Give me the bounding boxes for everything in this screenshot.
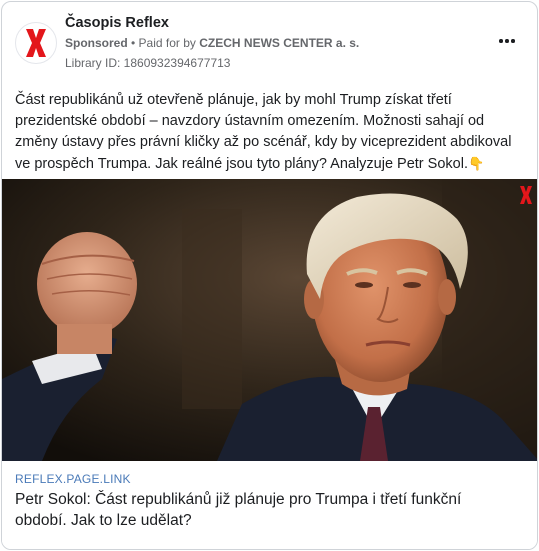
page-name-link[interactable]: Časopis Reflex — [65, 15, 169, 31]
link-domain: REFLEX.PAGE.LINK — [15, 472, 131, 486]
link-preview[interactable]: REFLEX.PAGE.LINK Petr Sokol: Část republ… — [2, 461, 537, 549]
paid-for-text: Paid for by — [138, 36, 200, 50]
reflex-x-logo — [26, 29, 46, 57]
more-dot — [511, 39, 515, 43]
more-dot — [505, 39, 509, 43]
advertiser-name[interactable]: CZECH NEWS CENTER a. s. — [199, 36, 359, 50]
separator-dot: • — [127, 36, 139, 50]
portrait-illustration — [2, 179, 537, 461]
link-title[interactable]: Petr Sokol: Část republikánů již plánuje… — [15, 489, 515, 531]
post-text: Část republikánů už otevřeně plánuje, ja… — [15, 90, 527, 175]
sponsored-post-card: Časopis Reflex Sponsored • Paid for by C… — [1, 1, 538, 550]
sponsored-label: Sponsored — [65, 36, 128, 50]
reflex-watermark-icon — [520, 186, 532, 204]
ad-image[interactable] — [2, 179, 537, 461]
more-dot — [499, 39, 503, 43]
post-body: Část republikánů už otevřeně plánuje, ja… — [15, 92, 512, 172]
page-avatar[interactable] — [15, 22, 57, 64]
post-header: Časopis Reflex Sponsored • Paid for by C… — [2, 2, 537, 80]
pointing-down-hand-icon: 👇 — [467, 156, 485, 171]
sponsor-line: Sponsored • Paid for by CZECH NEWS CENTE… — [65, 36, 359, 50]
library-id: Library ID: 1860932394677713 — [65, 56, 231, 70]
more-options-icon[interactable] — [495, 32, 519, 50]
